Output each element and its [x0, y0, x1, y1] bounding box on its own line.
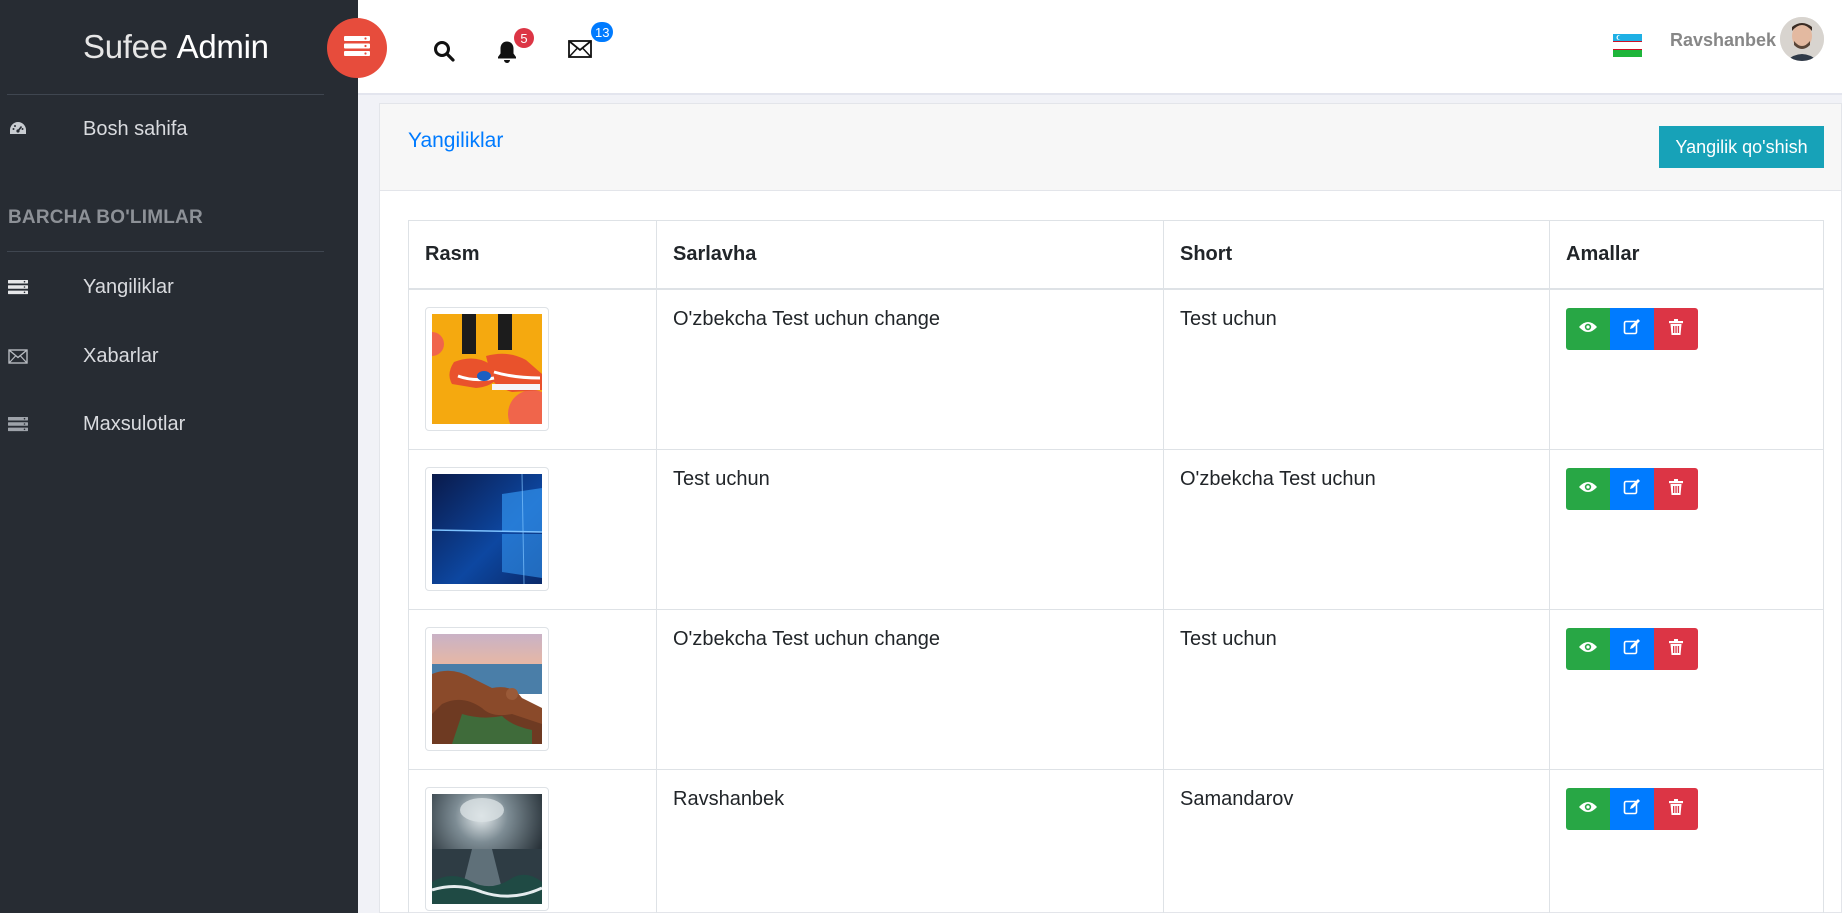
table-row: Test uchun O'zbekcha Test uchun — [408, 448, 1824, 610]
sidebar-item-label: Bosh sahifa — [83, 117, 188, 140]
eye-icon — [1578, 640, 1598, 657]
short-cell: Test uchun — [1163, 288, 1550, 450]
bell-icon — [496, 41, 518, 68]
notifications-badge: 5 — [514, 28, 534, 48]
image-cell — [408, 288, 657, 450]
title-cell: O'zbekcha Test uchun change — [656, 288, 1164, 450]
edit-button[interactable] — [1610, 307, 1654, 350]
view-button[interactable] — [1566, 627, 1610, 670]
sidebar-item-label: Yangiliklar — [83, 275, 174, 298]
column-header-title[interactable]: Sarlavha — [656, 220, 1164, 290]
title-cell: Test uchun — [656, 448, 1164, 610]
menu-toggle-button[interactable] — [327, 18, 387, 78]
delete-button[interactable] — [1654, 787, 1698, 830]
table-row: O'zbekcha Test uchun change Test uchun — [408, 288, 1824, 450]
card-header: Yangiliklar Yangilik qo'shish — [380, 104, 1841, 191]
edit-button[interactable] — [1610, 627, 1654, 670]
brand-logo[interactable]: Sufee Admin — [83, 28, 269, 66]
short-cell: Test uchun — [1163, 608, 1550, 770]
list-icon — [8, 277, 28, 297]
actions-cell — [1549, 608, 1824, 770]
brand-light: Sufee — [83, 28, 168, 65]
delete-button[interactable] — [1654, 627, 1698, 670]
sidebar-item-yangiliklar[interactable]: Yangiliklar — [0, 267, 340, 307]
trash-icon — [1669, 798, 1683, 819]
sidebar: Sufee Admin Bosh sahifa BARCHA BO'LIMLAR… — [0, 0, 358, 913]
edit-icon — [1623, 638, 1641, 659]
delete-button[interactable] — [1654, 307, 1698, 350]
column-header-image[interactable]: Rasm — [408, 220, 657, 290]
trash-icon — [1669, 638, 1683, 659]
edit-button[interactable] — [1610, 467, 1654, 510]
image-cell — [408, 608, 657, 770]
envelope-icon — [8, 346, 28, 366]
sidebar-divider — [7, 251, 324, 252]
edit-icon — [1623, 478, 1641, 499]
short-cell: Samandarov — [1163, 768, 1550, 913]
news-card: Yangiliklar Yangilik qo'shish Rasm Sarla… — [379, 103, 1842, 913]
edit-button[interactable] — [1610, 787, 1654, 830]
add-news-button[interactable]: Yangilik qo'shish — [1659, 126, 1824, 168]
envelope-icon — [568, 40, 592, 62]
messages-badge: 13 — [591, 22, 614, 42]
list-icon — [8, 414, 28, 434]
table-row: O'zbekcha Test uchun change Test uchun — [408, 608, 1824, 770]
eye-icon — [1578, 800, 1598, 817]
view-button[interactable] — [1566, 467, 1610, 510]
sea-storm-image[interactable] — [425, 786, 549, 911]
title-cell: Ravshanbek — [656, 768, 1164, 913]
image-cell — [408, 448, 657, 610]
sidebar-item-label: Maxsulotlar — [83, 412, 186, 435]
search-icon[interactable] — [433, 40, 455, 67]
title-cell: O'zbekcha Test uchun change — [656, 608, 1164, 770]
trash-icon — [1669, 478, 1683, 499]
view-button[interactable] — [1566, 787, 1610, 830]
short-cell: O'zbekcha Test uchun — [1163, 448, 1550, 610]
sidebar-divider — [7, 94, 324, 95]
messages-button[interactable] — [568, 40, 592, 63]
sidebar-item-maxsulotlar[interactable]: Maxsulotlar — [0, 404, 340, 444]
edit-icon — [1623, 798, 1641, 819]
column-header-actions: Amallar — [1549, 220, 1824, 290]
view-button[interactable] — [1566, 307, 1610, 350]
actions-cell — [1549, 448, 1824, 610]
edit-icon — [1623, 318, 1641, 339]
sidebar-item-xabarlar[interactable]: Xabarlar — [0, 336, 340, 376]
news-table: Rasm Sarlavha Short Amallar O'zbekcha Te… — [408, 220, 1824, 913]
list-icon — [344, 35, 370, 62]
avatar[interactable] — [1780, 17, 1824, 61]
windows-image[interactable] — [425, 466, 549, 591]
eye-icon — [1578, 480, 1598, 497]
sidebar-section-heading: BARCHA BO'LIMLAR — [8, 207, 203, 228]
dashboard-icon — [8, 119, 28, 139]
uzbekistan-flag-icon[interactable] — [1613, 34, 1642, 57]
sidebar-item-home[interactable]: Bosh sahifa — [0, 109, 340, 149]
table-row: Ravshanbek Samandarov — [408, 768, 1824, 913]
coast-image[interactable] — [425, 626, 549, 751]
notifications-button[interactable] — [496, 40, 518, 69]
trash-icon — [1669, 318, 1683, 339]
user-name[interactable]: Ravshanbek — [1670, 30, 1776, 51]
eye-icon — [1578, 320, 1598, 337]
actions-cell — [1549, 288, 1824, 450]
column-header-short[interactable]: Short — [1163, 220, 1550, 290]
delete-button[interactable] — [1654, 467, 1698, 510]
sneaker-image[interactable] — [425, 306, 549, 431]
table-header-row: Rasm Sarlavha Short Amallar — [408, 220, 1824, 290]
brand-bold: Admin — [176, 28, 269, 65]
image-cell — [408, 768, 657, 913]
page-title: Yangiliklar — [408, 129, 504, 152]
sidebar-item-label: Xabarlar — [83, 344, 159, 367]
actions-cell — [1549, 768, 1824, 913]
